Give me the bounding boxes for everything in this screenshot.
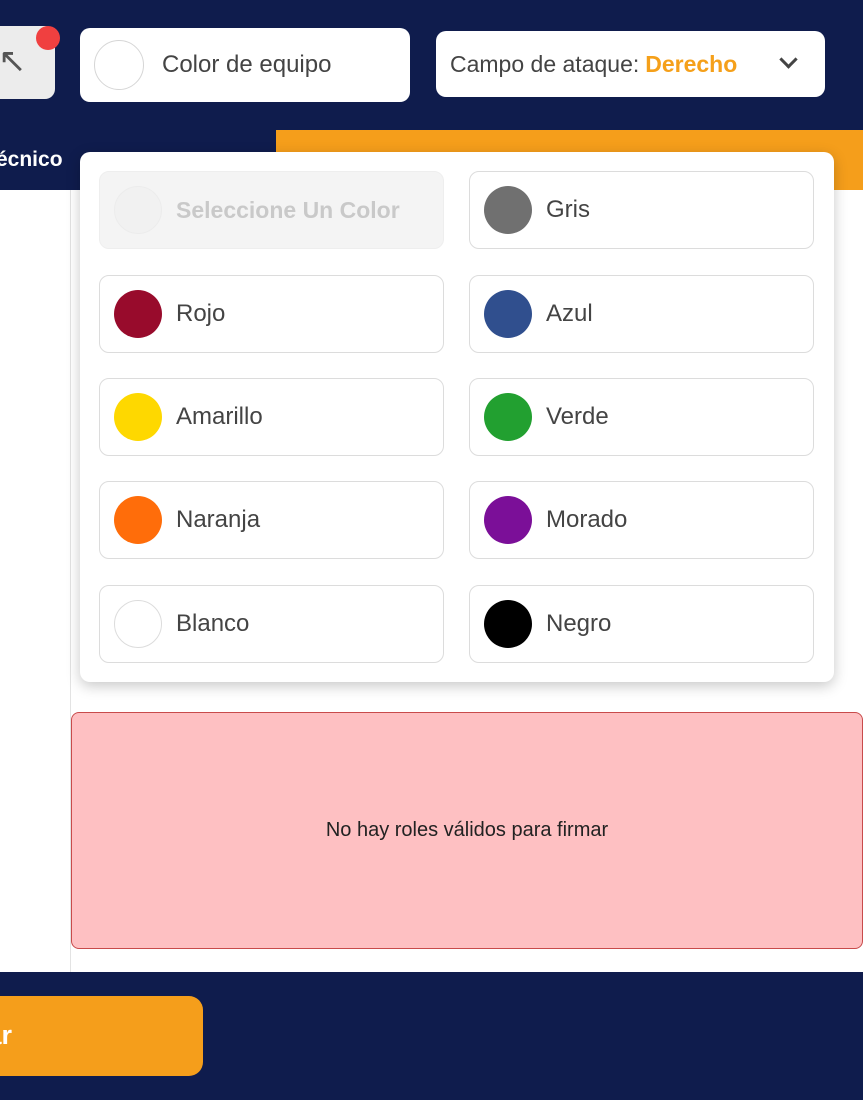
color-option-label: Blanco — [176, 610, 250, 637]
color-option-label: Verde — [546, 403, 609, 430]
color-option-label: Rojo — [176, 300, 226, 327]
notification-dot — [36, 26, 60, 50]
color-option-naranja[interactable]: Naranja — [99, 481, 444, 559]
tab-technical-label: écnico — [0, 148, 63, 171]
color-option-label: Morado — [546, 506, 628, 533]
color-dot-icon — [484, 290, 532, 338]
color-dot-icon — [484, 496, 532, 544]
color-dot-icon — [484, 393, 532, 441]
color-option-morado[interactable]: Morado — [469, 481, 814, 559]
color-option-placeholder: Seleccione Un Color — [99, 171, 444, 249]
color-option-verde[interactable]: Verde — [469, 378, 814, 456]
team-color-label: Color de equipo — [162, 51, 332, 78]
arrow-up-left-icon: ↖ — [0, 41, 27, 81]
error-message: No hay roles válidos para firmar — [325, 819, 609, 841]
continue-button[interactable]: uar — [0, 996, 203, 1076]
color-option-blanco[interactable]: Blanco — [99, 585, 444, 663]
color-option-label: Azul — [546, 300, 593, 327]
color-dropdown: Seleccione Un Color Gris Rojo Azul Amari… — [80, 152, 834, 682]
color-dot-icon — [484, 600, 532, 648]
color-dot-icon — [114, 496, 162, 544]
continue-label: uar — [0, 1020, 13, 1050]
color-option-amarillo[interactable]: Amarillo — [99, 378, 444, 456]
team-color-select[interactable]: Color de equipo — [80, 28, 464, 102]
color-option-label: Naranja — [176, 506, 261, 533]
color-option-label: Amarillo — [176, 403, 263, 430]
chevron-down-icon — [779, 50, 798, 69]
team-color-swatch — [94, 40, 144, 90]
color-option-rojo[interactable]: Rojo — [99, 275, 444, 353]
color-option-label: Seleccione Un Color — [176, 196, 400, 223]
color-dot-icon — [484, 186, 532, 234]
attack-field-label: Campo de ataque: — [450, 50, 640, 77]
color-dot-icon — [114, 600, 162, 648]
error-message-box: No hay roles válidos para firmar — [71, 712, 863, 949]
color-option-label: Gris — [546, 196, 590, 223]
empty-circle-icon — [114, 186, 162, 234]
color-dot-icon — [114, 290, 162, 338]
attack-field-value: Derecho — [645, 50, 738, 77]
color-option-negro[interactable]: Negro — [469, 585, 814, 663]
attack-field-select[interactable]: Campo de ataque: Derecho — [436, 31, 825, 97]
color-option-label: Negro — [546, 610, 612, 637]
color-option-gris[interactable]: Gris — [469, 171, 814, 249]
color-dot-icon — [114, 393, 162, 441]
color-option-azul[interactable]: Azul — [469, 275, 814, 353]
